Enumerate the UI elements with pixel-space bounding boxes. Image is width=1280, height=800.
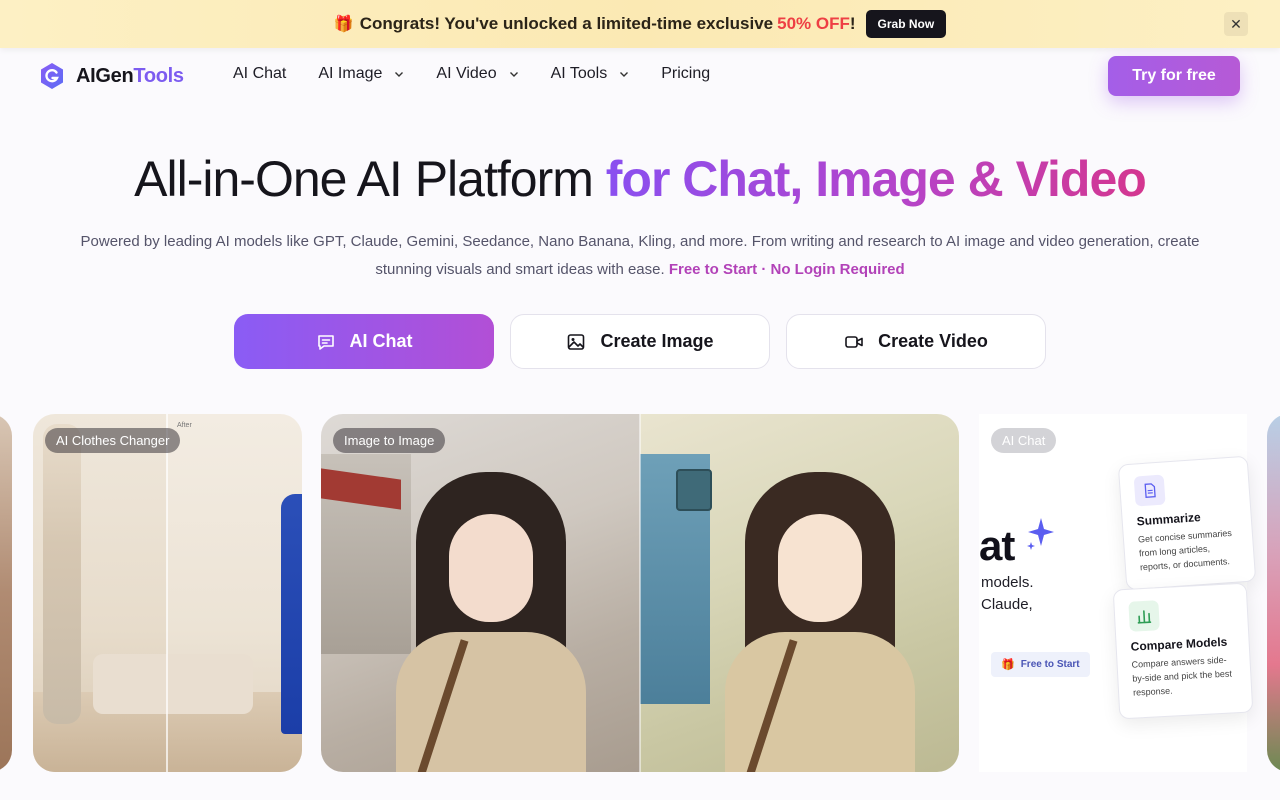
chat-title-fragment: at	[979, 522, 1015, 569]
nav-ai-tools-label: AI Tools	[550, 65, 608, 82]
chevron-down-icon	[509, 72, 518, 77]
model-figure-right	[281, 494, 302, 734]
sparkle-icon	[1027, 518, 1054, 550]
nav-ai-tools[interactable]: AI Tools	[551, 65, 630, 83]
logo-hexagon-icon	[41, 63, 63, 89]
promo-exclaim: !	[849, 14, 856, 33]
card-badge: AI Chat	[991, 428, 1057, 453]
document-icon	[1133, 474, 1166, 507]
portrait-figure	[391, 472, 591, 772]
feature-desc: Compare answers side-by-side and pick th…	[1131, 654, 1233, 698]
nav-links: AI Chat AI Image AI Video AI Tools Prici…	[233, 65, 742, 83]
chat-line-1: models.	[981, 574, 1034, 591]
try-for-free-button[interactable]: Try for free	[1108, 56, 1240, 96]
compare-divider[interactable]	[166, 414, 168, 772]
ai-chat-button-label: AI Chat	[349, 331, 413, 351]
create-image-button[interactable]: Create Image	[510, 314, 770, 369]
nav-ai-video-label: AI Video	[436, 65, 497, 82]
hero-title-plain: All-in-One AI Platform	[134, 151, 606, 207]
chat-line-2: Claude,	[981, 596, 1033, 613]
video-icon	[845, 335, 863, 348]
nav-ai-video[interactable]: AI Video	[436, 65, 518, 83]
compare-divider[interactable]	[639, 414, 641, 772]
ai-chat-button[interactable]: AI Chat	[234, 314, 494, 369]
hero-subtitle-text: Powered by leading AI models like GPT, C…	[80, 233, 1200, 278]
feature-title: Summarize	[1136, 510, 1202, 529]
nav-ai-image-label: AI Image	[318, 65, 383, 82]
logo-text-a: AIGen	[76, 64, 134, 87]
chat-icon	[317, 334, 334, 350]
carousel-card-ai-chat[interactable]: AI Chat at models. Claude, 🎁 Free to Sta…	[979, 414, 1257, 772]
top-nav: AIGenTools AI Chat AI Image AI Video AI …	[0, 56, 1280, 96]
free-pill-label: Free to Start	[1020, 659, 1080, 670]
create-video-button-label: Create Video	[878, 331, 988, 351]
nav-pricing[interactable]: Pricing	[661, 65, 710, 83]
feature-desc: Get concise summaries from long articles…	[1137, 527, 1233, 573]
original-photo	[321, 414, 640, 772]
chevron-down-icon	[395, 72, 404, 77]
create-video-button[interactable]: Create Video	[786, 314, 1046, 369]
feature-card-summarize: Summarize Get concise summaries from lon…	[1117, 455, 1257, 591]
stylized-photo	[640, 414, 959, 772]
card-badge: AI Clothes Changer	[45, 428, 181, 453]
carousel-card-clothes-changer[interactable]: After AI Clothes Changer	[33, 414, 302, 772]
after-label: After	[177, 422, 192, 429]
nav-ai-image[interactable]: AI Image	[318, 65, 404, 83]
model-figure-left	[43, 424, 81, 724]
create-image-button-label: Create Image	[600, 331, 714, 351]
feature-card-compare-models: Compare Models Compare answers side-by-s…	[1112, 582, 1254, 720]
grab-now-button[interactable]: Grab Now	[865, 10, 947, 38]
image-icon	[568, 333, 585, 350]
shop-sign-decor	[676, 469, 712, 511]
logo[interactable]: AIGenTools	[40, 62, 184, 90]
promo-text: 🎁 Congrats! You've unlocked a limited-ti…	[334, 14, 856, 34]
free-to-start-pill: 🎁 Free to Start	[991, 652, 1090, 677]
feature-title: Compare Models	[1130, 634, 1228, 654]
hero-subtitle: Powered by leading AI models like GPT, C…	[60, 228, 1220, 284]
promo-discount: 50% OFF	[777, 14, 850, 33]
hero-title-gradient: for Chat, Image & Video	[605, 151, 1147, 207]
carousel-card-partial-left[interactable]	[0, 414, 12, 772]
nav-pricing-label: Pricing	[661, 65, 711, 82]
carousel-card-image-to-image[interactable]: Image to Image	[321, 414, 959, 772]
bar-chart-icon	[1128, 600, 1160, 632]
nav-ai-chat[interactable]: AI Chat	[233, 65, 286, 83]
carousel-card-partial-right[interactable]	[1267, 414, 1280, 772]
card-badge: Image to Image	[333, 428, 446, 453]
sofa-decor	[93, 654, 253, 714]
chevron-down-icon	[620, 72, 629, 77]
gift-icon: 🎁	[333, 16, 354, 33]
promo-banner: 🎁 Congrats! You've unlocked a limited-ti…	[0, 0, 1280, 48]
hero-subtitle-highlight: Free to Start · No Login Required	[668, 261, 905, 278]
promo-message: Congrats! You've unlocked a limited-time…	[359, 14, 774, 33]
logo-text: AIGenTools	[76, 65, 184, 88]
portrait-figure-stylized	[720, 472, 920, 772]
hero-title: All-in-One AI Platform for Chat, Image &…	[0, 150, 1280, 208]
nav-ai-chat-label: AI Chat	[233, 65, 287, 82]
cta-row: AI Chat Create Image Create Video	[234, 314, 1062, 369]
close-icon[interactable]: ✕	[1224, 12, 1248, 36]
gift-icon: 🎁	[1001, 659, 1015, 671]
logo-text-b: Tools	[133, 64, 184, 87]
